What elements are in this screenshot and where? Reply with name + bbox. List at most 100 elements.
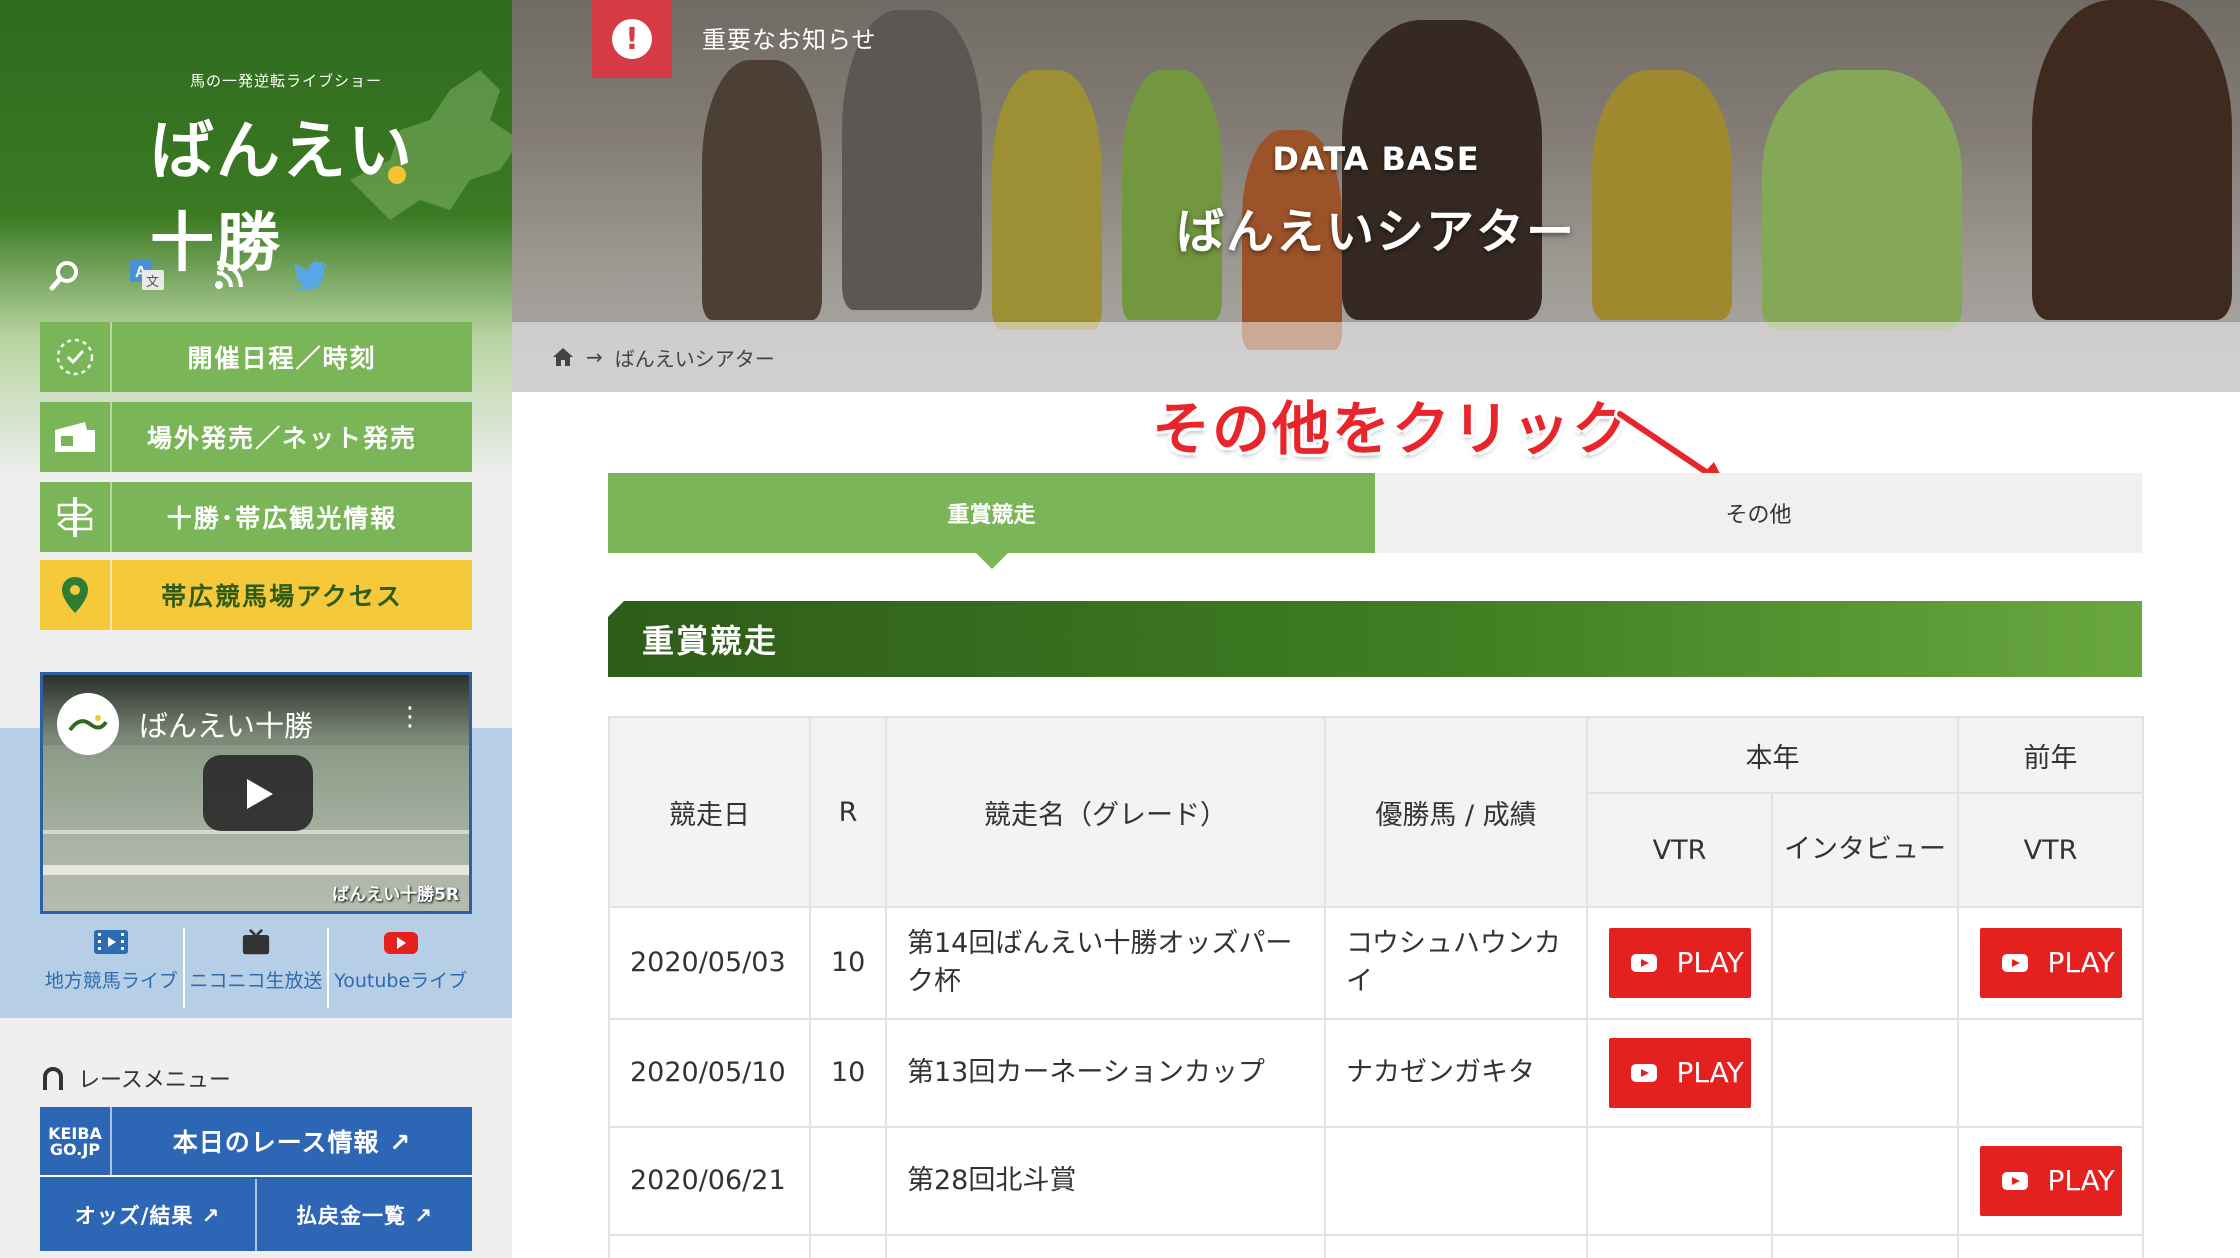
youtube-video-player[interactable]: ばんえい十勝 ⋮ ばんえい十勝5R [40, 672, 472, 914]
youtube-icon [383, 932, 418, 954]
live-links: 地方競馬ライブ ニコニコ生放送 Youtubeライブ [40, 928, 472, 1008]
cell-winner [1324, 1126, 1588, 1236]
play-button[interactable]: PLAY [1979, 1146, 2122, 1216]
cell-empty [1324, 1234, 1588, 1258]
cell-date: 2020/05/03 [608, 906, 811, 1020]
more-vert-icon[interactable]: ⋮ [397, 704, 423, 730]
play-button[interactable]: PLAY [1979, 928, 2122, 998]
cell-race-number: 10 [809, 1018, 887, 1128]
logo-tagline: 馬の一発逆転ライブショー [190, 72, 383, 90]
map-pin-icon [40, 560, 112, 630]
header-vtr: VTR [1586, 792, 1773, 908]
cell-prev-vtr: PLAY [1957, 906, 2144, 1020]
search-icon[interactable] [46, 256, 84, 294]
header-interview: インタビュー [1771, 792, 1959, 908]
video-caption: ばんえい十勝5R [332, 885, 459, 905]
cell-empty [1586, 1234, 1773, 1258]
hero-banner: ! 重要なお知らせ DATA BASE ばんえいシアター → ばんえいシアター [512, 0, 2240, 392]
sidebar: 馬の一発逆転ライブショー ばんえい十勝 A文 開催日程／時刻 場外発売／ネット発… [0, 0, 512, 1258]
keiba-row-today: KEIBA GO.JP 本日のレース情報 ↗ [40, 1107, 472, 1177]
logo-dot [388, 166, 406, 184]
tv-icon [242, 928, 270, 955]
odds-results-link[interactable]: オッズ/結果 ↗ [40, 1179, 257, 1251]
table-row [608, 1234, 2144, 1258]
table-row: 2020/06/21 第28回北斗賞 PLAY [608, 1126, 2144, 1236]
cell-winner: コウシュハウンカイ [1324, 906, 1588, 1020]
home-icon[interactable] [552, 347, 574, 367]
cell-interview [1771, 1126, 1959, 1236]
cell-race-name: 第14回ばんえい十勝オッズパーク杯 [885, 906, 1326, 1020]
film-icon [94, 930, 129, 954]
cell-vtr: PLAY [1586, 1018, 1773, 1128]
play-label: PLAY [1676, 946, 1744, 979]
header-winner: 優勝馬 / 成績 [1324, 716, 1588, 908]
nav-tourism-label: 十勝･帯広観光情報 [166, 504, 398, 533]
race-table: 競走日 R 競走名（グレード） 優勝馬 / 成績 本年 前年 VTR インタビュ… [608, 716, 2144, 1258]
play-button[interactable]: PLAY [1608, 1038, 1751, 1108]
site-logo[interactable]: 馬の一発逆転ライブショー ばんえい十勝 [70, 30, 512, 281]
youtube-icon [1630, 954, 1657, 972]
nav-schedule-label: 開催日程／時刻 [187, 344, 377, 373]
keiba-links: KEIBA GO.JP 本日のレース情報 ↗ オッズ/結果 ↗ 払戻金一覧 ↗ [40, 1107, 472, 1251]
section-heading: 重賞競走 [608, 601, 2142, 677]
youtube-icon [2001, 954, 2028, 972]
header-this-year: 本年 [1586, 716, 1959, 794]
youtube-icon [1630, 1064, 1657, 1082]
nav-tourism-button[interactable]: 十勝･帯広観光情報 [40, 482, 472, 552]
live-link-label: Youtubeライブ [334, 970, 468, 992]
clock-icon [40, 322, 112, 392]
rss-icon[interactable] [210, 256, 248, 294]
cell-race-name: 第13回カーネーションカップ [885, 1018, 1326, 1128]
video-rail [43, 865, 469, 875]
tab-graded-races[interactable]: 重賞競走 [608, 473, 1375, 569]
cell-interview [1771, 906, 1959, 1020]
nav-offsite-sales-button[interactable]: 場外発売／ネット発売 [40, 402, 472, 472]
translate-icon[interactable]: A文 [128, 256, 166, 294]
live-link-chiho[interactable]: 地方競馬ライブ [40, 928, 185, 1008]
important-notice-badge[interactable]: ! [592, 0, 672, 78]
live-link-niconico[interactable]: ニコニコ生放送 [185, 928, 330, 1008]
nav-schedule-button[interactable]: 開催日程／時刻 [40, 322, 472, 392]
signpost-icon [40, 482, 112, 552]
play-label: PLAY [1676, 1056, 1744, 1089]
youtube-icon [2001, 1172, 2028, 1190]
twitter-icon[interactable] [292, 256, 330, 294]
horseshoe-icon [43, 1067, 63, 1090]
nav-access-button[interactable]: 帯広競馬場アクセス [40, 560, 472, 630]
table-row: 2020/05/03 10 第14回ばんえい十勝オッズパーク杯 コウシュハウンカ… [608, 906, 2144, 1020]
cell-prev-vtr: PLAY [1957, 1126, 2144, 1236]
important-notice-link[interactable]: 重要なお知らせ [702, 20, 877, 55]
play-label: PLAY [2047, 1164, 2115, 1197]
breadcrumb-separator-icon: → [586, 345, 603, 369]
cell-vtr [1586, 1126, 1773, 1236]
payout-list-link[interactable]: 払戻金一覧 ↗ [257, 1179, 472, 1251]
sns-icons: A文 [46, 256, 330, 294]
live-link-label: ニコニコ生放送 [189, 970, 323, 992]
keiba-logo[interactable]: KEIBA GO.JP [40, 1107, 112, 1177]
live-link-youtube[interactable]: Youtubeライブ [329, 928, 472, 1008]
nav-offsite-sales-label: 場外発売／ネット発売 [146, 424, 417, 453]
cell-interview [1771, 1018, 1959, 1128]
cell-empty [885, 1234, 1326, 1258]
exclamation-icon: ! [612, 19, 652, 59]
cell-date: 2020/06/21 [608, 1126, 811, 1236]
race-menu-title: レースメニュー [40, 1062, 231, 1094]
header-last-year: 前年 [1957, 716, 2144, 794]
play-button-icon[interactable] [203, 755, 313, 831]
cell-empty [809, 1234, 887, 1258]
header-prev-vtr: VTR [1957, 792, 2144, 908]
video-title[interactable]: ばんえい十勝 [139, 703, 313, 745]
cell-race-name: 第28回北斗賞 [885, 1126, 1326, 1236]
channel-avatar[interactable] [57, 693, 119, 755]
nav-access-label: 帯広競馬場アクセス [161, 582, 403, 611]
play-button[interactable]: PLAY [1608, 928, 1751, 998]
page-title: ばんえいシアター [1175, 204, 1576, 260]
cell-race-number: 10 [809, 906, 887, 1020]
race-menu-title-label: レースメニュー [78, 1068, 231, 1093]
cell-date: 2020/05/10 [608, 1018, 811, 1128]
header-race-name: 競走名（グレード） [885, 716, 1326, 908]
tab-other[interactable]: その他 [1375, 473, 2142, 553]
today-race-info-link[interactable]: 本日のレース情報 ↗ [112, 1107, 472, 1175]
header-race-number: R [809, 716, 887, 908]
cell-empty [608, 1234, 811, 1258]
